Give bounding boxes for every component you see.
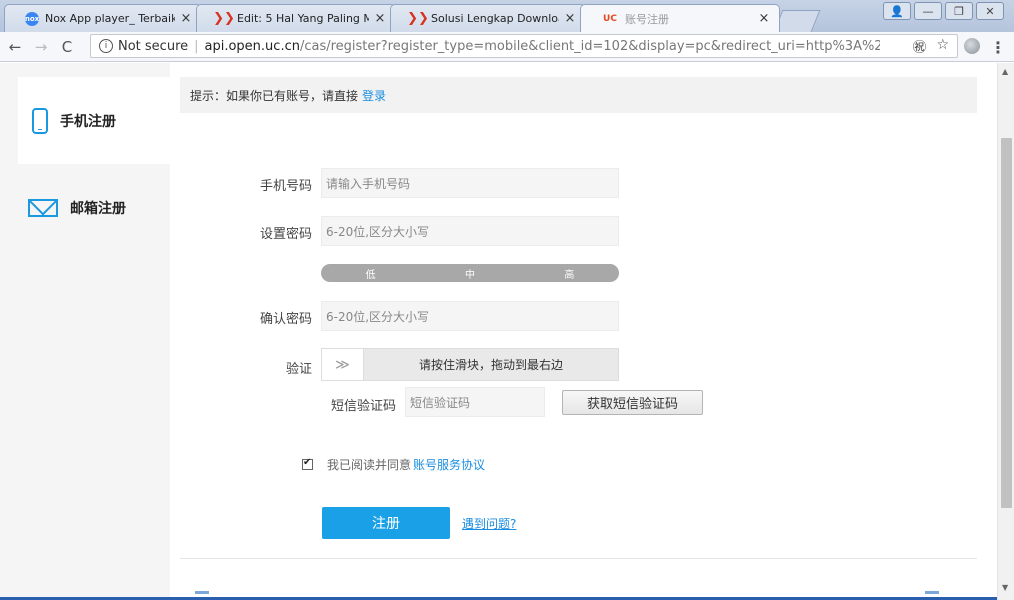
close-icon[interactable]: × bbox=[757, 11, 771, 26]
tab-title: Nox App player_ Terbaik di bbox=[45, 12, 175, 25]
strength-medium: 中 bbox=[464, 269, 475, 281]
tab-strip: nox Nox App player_ Terbaik di × ❯❯ Edit… bbox=[0, 0, 1014, 32]
uc-icon: UC bbox=[603, 13, 617, 24]
close-window-button[interactable]: ✕ bbox=[976, 2, 1004, 20]
password-input[interactable]: 6-20位,区分大小写 bbox=[321, 216, 619, 246]
sidebar-item-email[interactable]: 邮箱注册 bbox=[18, 164, 170, 251]
phone-label: 手机号码 bbox=[259, 179, 312, 194]
tab-title: Edit: 5 Hal Yang Paling Men bbox=[237, 12, 369, 25]
scroll-down-icon[interactable]: ▼ bbox=[1002, 583, 1008, 592]
slider-hint: 请按住滑块，拖动到最右边 bbox=[418, 358, 563, 372]
forward-icon[interactable]: → bbox=[30, 36, 52, 58]
get-sms-code-button[interactable]: 获取短信验证码 bbox=[562, 390, 703, 415]
mail-icon bbox=[28, 198, 58, 217]
tip-text: 提示：如果你已有账号，请直接 bbox=[190, 88, 359, 103]
footer-fragment bbox=[195, 591, 209, 594]
agree-text: 我已阅读并同意 bbox=[327, 458, 412, 472]
divider bbox=[180, 558, 977, 559]
tab-edit[interactable]: ❯❯ Edit: 5 Hal Yang Paling Men × bbox=[196, 4, 396, 32]
menu-icon[interactable]: ⋮ bbox=[990, 38, 1006, 57]
star-icon[interactable]: ☆ bbox=[936, 37, 949, 57]
new-tab-button[interactable] bbox=[773, 10, 821, 32]
tab-solusi[interactable]: ❯❯ Solusi Lengkap Download, I × bbox=[390, 4, 586, 32]
chevron-brand-icon: ❯❯ bbox=[407, 11, 429, 26]
restore-button[interactable]: ❐ bbox=[945, 2, 973, 20]
terms-link[interactable]: 账号服务协议 bbox=[413, 456, 485, 473]
info-icon[interactable]: i bbox=[99, 39, 113, 53]
problem-link[interactable]: 遇到问题? bbox=[462, 515, 516, 532]
verify-label: 验证 bbox=[285, 362, 312, 377]
confirm-password-label: 确认密码 bbox=[259, 312, 312, 327]
nox-icon: nox bbox=[25, 11, 39, 26]
scrollbar-thumb[interactable] bbox=[1001, 138, 1012, 508]
phone-icon bbox=[32, 107, 48, 134]
browser-toolbar: ← → C i Not secure | api.open.uc.cn /cas… bbox=[0, 32, 1014, 62]
tab-title: 账号注册 bbox=[625, 12, 669, 26]
user-icon[interactable]: 👤 bbox=[883, 2, 911, 20]
close-icon[interactable]: × bbox=[373, 11, 387, 26]
sidebar-item-label: 邮箱注册 bbox=[70, 200, 126, 217]
separator: | bbox=[194, 38, 199, 54]
sms-code-label: 短信验证码 bbox=[330, 399, 396, 414]
scrollbar[interactable]: ▲ ▼ bbox=[997, 63, 1014, 600]
agree-checkbox[interactable] bbox=[302, 457, 313, 470]
translate-icon[interactable]: ㊗ bbox=[912, 37, 926, 57]
page-viewport: 手机注册 邮箱注册 提示：如果你已有账号，请直接 登录 手机号码 请输入手机号码… bbox=[0, 63, 997, 600]
chevron-brand-icon: ❯❯ bbox=[213, 11, 235, 26]
url-path: /cas/register?register_type=mobile&clien… bbox=[299, 38, 880, 54]
sidebar: 手机注册 邮箱注册 bbox=[0, 63, 170, 600]
close-icon[interactable]: × bbox=[563, 11, 577, 26]
agreement: 我已阅读并同意 账号服务协议 bbox=[302, 456, 485, 473]
extension-icon[interactable] bbox=[964, 38, 980, 54]
sidebar-item-label: 手机注册 bbox=[60, 113, 116, 130]
reload-icon[interactable]: C bbox=[56, 36, 78, 58]
tab-nox[interactable]: nox Nox App player_ Terbaik di × bbox=[4, 4, 202, 32]
back-icon[interactable]: ← bbox=[4, 36, 26, 58]
login-link[interactable]: 登录 bbox=[362, 87, 386, 104]
verify-slider[interactable]: ≫ 请按住滑块，拖动到最右边 bbox=[321, 348, 619, 381]
scroll-up-icon[interactable]: ▲ bbox=[1002, 67, 1008, 76]
password-label: 设置密码 bbox=[259, 227, 312, 242]
strength-high: 高 bbox=[564, 269, 575, 281]
strength-low: 低 bbox=[365, 269, 376, 281]
login-tip: 提示：如果你已有账号，请直接 登录 bbox=[180, 77, 977, 113]
password-strength-bar: 低 中 高 bbox=[321, 264, 619, 282]
tab-register[interactable]: UC 账号注册 × bbox=[580, 4, 780, 32]
register-button[interactable]: 注册 bbox=[322, 507, 450, 539]
window-controls: 👤 — ❐ ✕ bbox=[883, 2, 1004, 20]
sms-code-input[interactable]: 短信验证码 bbox=[405, 387, 545, 417]
minimize-button[interactable]: — bbox=[914, 2, 942, 20]
footer-fragment bbox=[925, 591, 939, 594]
sidebar-item-phone[interactable]: 手机注册 bbox=[18, 77, 170, 164]
close-icon[interactable]: × bbox=[179, 11, 193, 26]
security-label[interactable]: Not secure bbox=[118, 39, 188, 54]
slider-handle[interactable]: ≫ bbox=[322, 349, 364, 380]
url-host: api.open.uc.cn bbox=[204, 38, 300, 54]
confirm-password-input[interactable]: 6-20位,区分大小写 bbox=[321, 301, 619, 331]
address-bar[interactable]: i Not secure | api.open.uc.cn /cas/regis… bbox=[90, 34, 958, 58]
phone-input[interactable]: 请输入手机号码 bbox=[321, 168, 619, 198]
tab-title: Solusi Lengkap Download, I bbox=[431, 12, 559, 25]
